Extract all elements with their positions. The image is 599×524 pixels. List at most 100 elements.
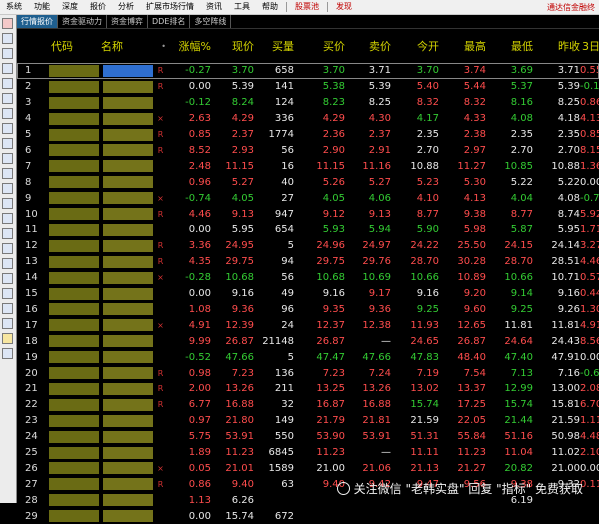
table-row[interactable]: 19 -0.52 47.66 5 47.47 47.66 47.83 48.40 47.40 47… [17, 349, 599, 365]
tab-fund-game[interactable]: 资金博弈 [107, 15, 148, 28]
chat-icon[interactable] [2, 243, 13, 254]
screen-icon[interactable] [2, 228, 13, 239]
star-icon[interactable] [2, 333, 13, 344]
col-header-3day-change[interactable]: 3日涨幅% [580, 38, 599, 54]
col-header-name[interactable]: 名称 [101, 38, 155, 54]
settings-icon[interactable] [2, 348, 13, 359]
col-header-marker[interactable]: • [155, 42, 166, 51]
menu-function[interactable]: 功能 [28, 0, 56, 14]
grid-icon[interactable] [2, 93, 13, 104]
table-row[interactable]: 16 1.08 9.36 96 9.35 9.36 9.25 9.60 9.25 9.261.30 [17, 302, 599, 318]
table-row[interactable]: 1 R -0.27 3.70 658 3.70 3.71 3.70 3.74 3.69 3.71 0.… [17, 63, 599, 79]
col-header-price[interactable]: 现价 [211, 38, 254, 54]
table-row[interactable]: 4 × 2.63 4.29 336 4.29 4.30 4.17 4.33 4.08 4.18 4.1… [17, 111, 599, 127]
table-row[interactable]: 25 1.89 11.23 6845 11.23 — 11.11 11.23 11.04 11.0… [17, 445, 599, 461]
menu-analysis[interactable]: 分析 [112, 0, 140, 14]
table-row[interactable]: 20 R 0.98 7.23 136 7.23 7.24 7.19 7.54 7.13 7.16 -0… [17, 365, 599, 381]
table-row[interactable]: 10 R 4.46 9.13 947 9.12 9.13 8.77 9.38 8.77 8.74 5.… [17, 206, 599, 222]
home-icon[interactable] [2, 18, 13, 29]
chart-icon[interactable] [2, 33, 13, 44]
tab-fund-drive[interactable]: 资金驱动力 [58, 15, 107, 28]
table-row[interactable]: 7 2.48 11.15 16 11.15 11.16 10.88 11.27 10.85 10.… [17, 158, 599, 174]
list-icon[interactable] [2, 48, 13, 59]
tab-dde-rank[interactable]: DDE排名 [148, 15, 191, 28]
filter-icon[interactable] [2, 123, 13, 134]
table-row[interactable]: 22 R 6.77 16.88 32 16.87 16.88 15.74 17.25 15.74 1… [17, 397, 599, 413]
stock-name [101, 287, 155, 300]
menu-stock-pool[interactable]: 股票池 [289, 0, 325, 14]
three-day-change-cell: 5.92 [580, 208, 599, 220]
tab-bull-bear[interactable]: 多空阵线 [190, 15, 232, 28]
col-header-code[interactable]: 代码 [47, 38, 101, 54]
report-icon[interactable] [2, 213, 13, 224]
row-index: 28 [25, 494, 38, 506]
table-row[interactable]: 23 0.97 21.80 149 21.79 21.81 21.59 22.05 21.44 2… [17, 413, 599, 429]
table-row[interactable]: 11 0.00 5.95 654 5.93 5.94 5.90 5.98 5.87 5.95 1.7… [17, 222, 599, 238]
table-row[interactable]: 26 × 0.05 21.01 1589 21.00 21.06 21.13 21.27 20.8… [17, 461, 599, 477]
menu-discover[interactable]: 发现 [330, 0, 358, 14]
change-pct-cell: 0.00 [188, 81, 211, 93]
col-header-change-pct[interactable]: 涨幅% [166, 38, 211, 54]
table-icon[interactable] [2, 138, 13, 149]
col-header-bid[interactable]: 买价 [294, 38, 345, 54]
prev-close-cell: 5.95 [557, 224, 580, 236]
table-row[interactable]: 14 × -0.28 10.68 56 10.68 10.69 10.66 10.89 10.66… [17, 270, 599, 286]
redacted-block [103, 255, 153, 268]
table-row[interactable]: 80.965.27405.265.275.235.305.225.220.00 [17, 174, 599, 190]
table-row[interactable]: 5 R 0.85 2.37 1774 2.36 2.37 2.35 2.38 2.35 2.35 0.… [17, 127, 599, 143]
menu-help[interactable]: 帮助 [256, 0, 284, 14]
menu-extended-market[interactable]: 扩展市场行情 [140, 0, 200, 14]
redacted-block [49, 160, 99, 173]
table-row[interactable]: 9 × -0.74 4.05 27 4.05 4.06 4.10 4.13 4.04 4.08 -0.… [17, 190, 599, 206]
col-header-ask[interactable]: 卖价 [345, 38, 391, 54]
pie-icon[interactable] [2, 288, 13, 299]
stock-name [101, 303, 155, 316]
table-row[interactable]: 12 R 3.36 24.95 5 24.96 24.97 24.22 25.50 24.15 24… [17, 238, 599, 254]
col-header-low[interactable]: 最低 [486, 38, 533, 54]
row-index: 4 [25, 113, 32, 125]
window-icon[interactable] [2, 168, 13, 179]
table-row[interactable]: 13 R 4.35 29.75 94 29.75 29.76 28.70 30.28 28.70 2… [17, 254, 599, 270]
book-icon[interactable] [2, 303, 13, 314]
menu-depth[interactable]: 深度 [56, 0, 84, 14]
row-index: 19 [25, 351, 38, 363]
trend-icon[interactable] [2, 78, 13, 89]
table-row[interactable]: 2 R 0.00 5.39 141 5.38 5.39 5.40 5.44 5.37 5.39 -0.… [17, 79, 599, 95]
table-row[interactable]: 18 9.99 26.87 21148 26.87 — 24.65 26.87 24.64 24.… [17, 333, 599, 349]
ask-price-cell: 12.38 [362, 319, 391, 331]
bar-icon[interactable] [2, 273, 13, 284]
kline-icon[interactable] [2, 63, 13, 74]
row-index: 20 [25, 367, 38, 379]
menu-news[interactable]: 资讯 [200, 0, 228, 14]
calendar-icon[interactable] [2, 153, 13, 164]
table-row[interactable]: 3 -0.12 8.24 124 8.23 8.25 8.32 8.32 8.16 8.25 0.8… [17, 95, 599, 111]
menu-tools[interactable]: 工具 [228, 0, 256, 14]
three-day-change-cell: 2.10 [580, 447, 599, 459]
row-index: 29 [25, 510, 38, 522]
f10-icon[interactable] [2, 108, 13, 119]
warning-icon[interactable] [2, 258, 13, 269]
bid-price-cell: 5.93 [322, 224, 345, 236]
change-pct-cell: 0.97 [188, 415, 211, 427]
table-row[interactable]: 150.009.16499.169.179.169.209.149.160.44 [17, 286, 599, 302]
col-header-open[interactable]: 今开 [391, 38, 439, 54]
folder-icon[interactable] [2, 198, 13, 209]
stock-name [101, 335, 155, 348]
table-row[interactable]: 6R8.522.93562.902.912.702.972.702.708.15 [17, 143, 599, 159]
col-header-prev-close[interactable]: 昨收 [533, 38, 580, 54]
table-row[interactable]: 29 0.00 15.74 672 [17, 508, 599, 524]
news-icon[interactable] [2, 183, 13, 194]
bid-price-cell: 2.90 [322, 144, 345, 156]
ask-price-cell: 47.66 [362, 351, 391, 363]
tab-quotes[interactable]: 行情报价 [17, 15, 58, 28]
table-row[interactable]: 24 5.75 53.91 550 53.90 53.91 51.31 55.84 51.16 5… [17, 429, 599, 445]
col-header-bid-volume[interactable]: 买量 [254, 38, 294, 54]
low-cell: 4.04 [510, 192, 533, 204]
table-row[interactable]: 21 R 2.00 13.26 211 13.25 13.26 13.02 13.37 12.99… [17, 381, 599, 397]
menu-system[interactable]: 系统 [0, 0, 28, 14]
bid-price-cell: 10.68 [316, 272, 345, 284]
col-header-high[interactable]: 最高 [439, 38, 486, 54]
print-icon[interactable] [2, 318, 13, 329]
table-row[interactable]: 17 × 4.91 12.39 24 12.37 12.38 11.93 12.65 11.81 1… [17, 317, 599, 333]
menu-quote[interactable]: 报价 [84, 0, 112, 14]
